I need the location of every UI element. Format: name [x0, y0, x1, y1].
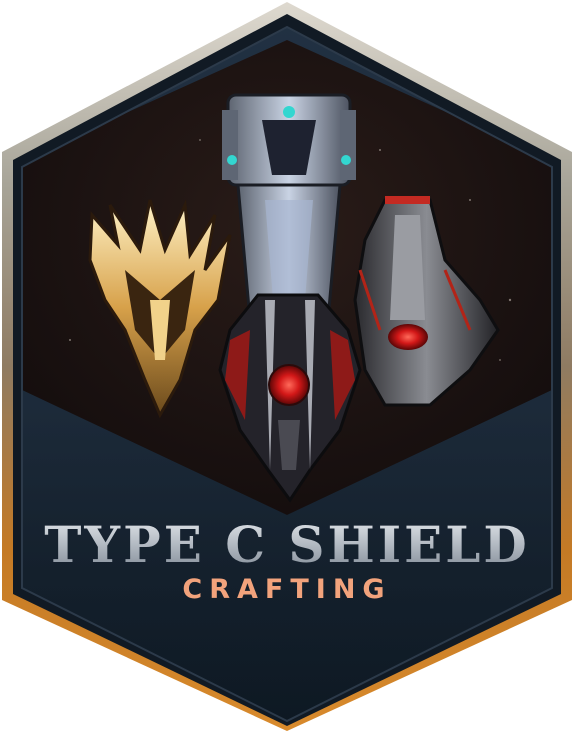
badge-title: TYPE C SHIELD: [0, 514, 574, 576]
shield-crafting-badge: [2, 2, 572, 731]
badge-subtitle: CRAFTING: [182, 574, 392, 605]
